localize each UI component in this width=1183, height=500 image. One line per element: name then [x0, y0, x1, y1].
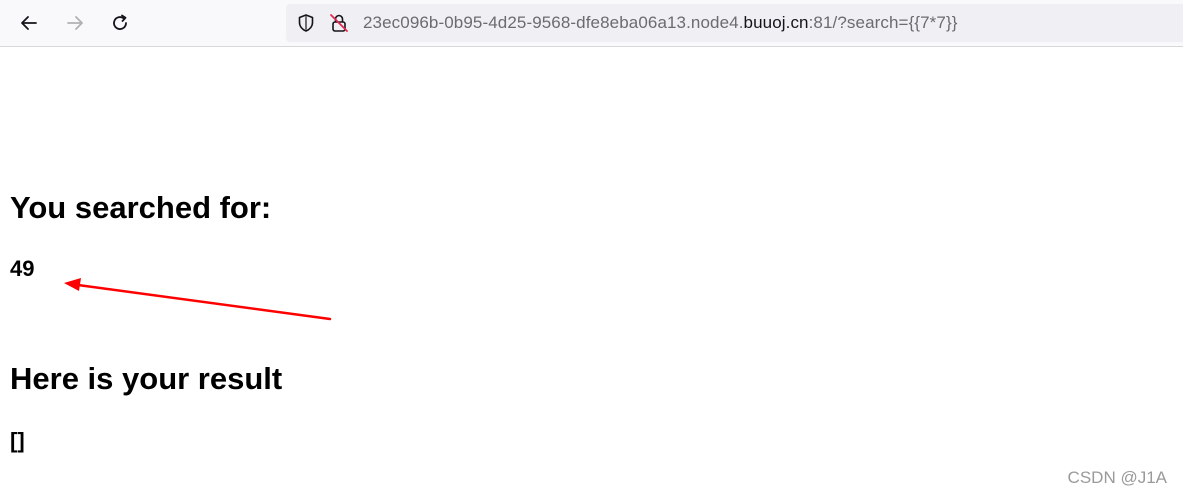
watermark: CSDN @J1A — [1067, 468, 1167, 487]
forward-button[interactable] — [59, 7, 91, 39]
reload-button[interactable] — [104, 7, 136, 39]
insecure-lock-icon[interactable] — [328, 12, 350, 34]
browser-toolbar: 23ec096b-0b95-4d25-9568-dfe8eba06a13.nod… — [0, 0, 1183, 47]
back-button[interactable] — [13, 7, 45, 39]
address-bar[interactable]: 23ec096b-0b95-4d25-9568-dfe8eba06a13.nod… — [286, 4, 1183, 42]
searched-value: 49 — [10, 256, 35, 281]
url-domain: buuoj.cn — [743, 13, 809, 32]
url-prefix: 23ec096b-0b95-4d25-9568-dfe8eba06a13.nod… — [363, 13, 744, 32]
forward-arrow-icon — [67, 16, 83, 30]
result-heading: Here is your result — [10, 361, 283, 396]
result-value: [] — [10, 428, 25, 453]
url-suffix: :81/?search={{7*7}} — [808, 13, 958, 32]
url-text[interactable]: 23ec096b-0b95-4d25-9568-dfe8eba06a13.nod… — [363, 13, 958, 33]
reload-icon — [113, 14, 127, 30]
searched-heading: You searched for: — [10, 190, 272, 225]
shield-icon[interactable] — [296, 13, 316, 33]
back-arrow-icon — [21, 16, 37, 30]
red-annotation-arrow — [64, 278, 332, 321]
